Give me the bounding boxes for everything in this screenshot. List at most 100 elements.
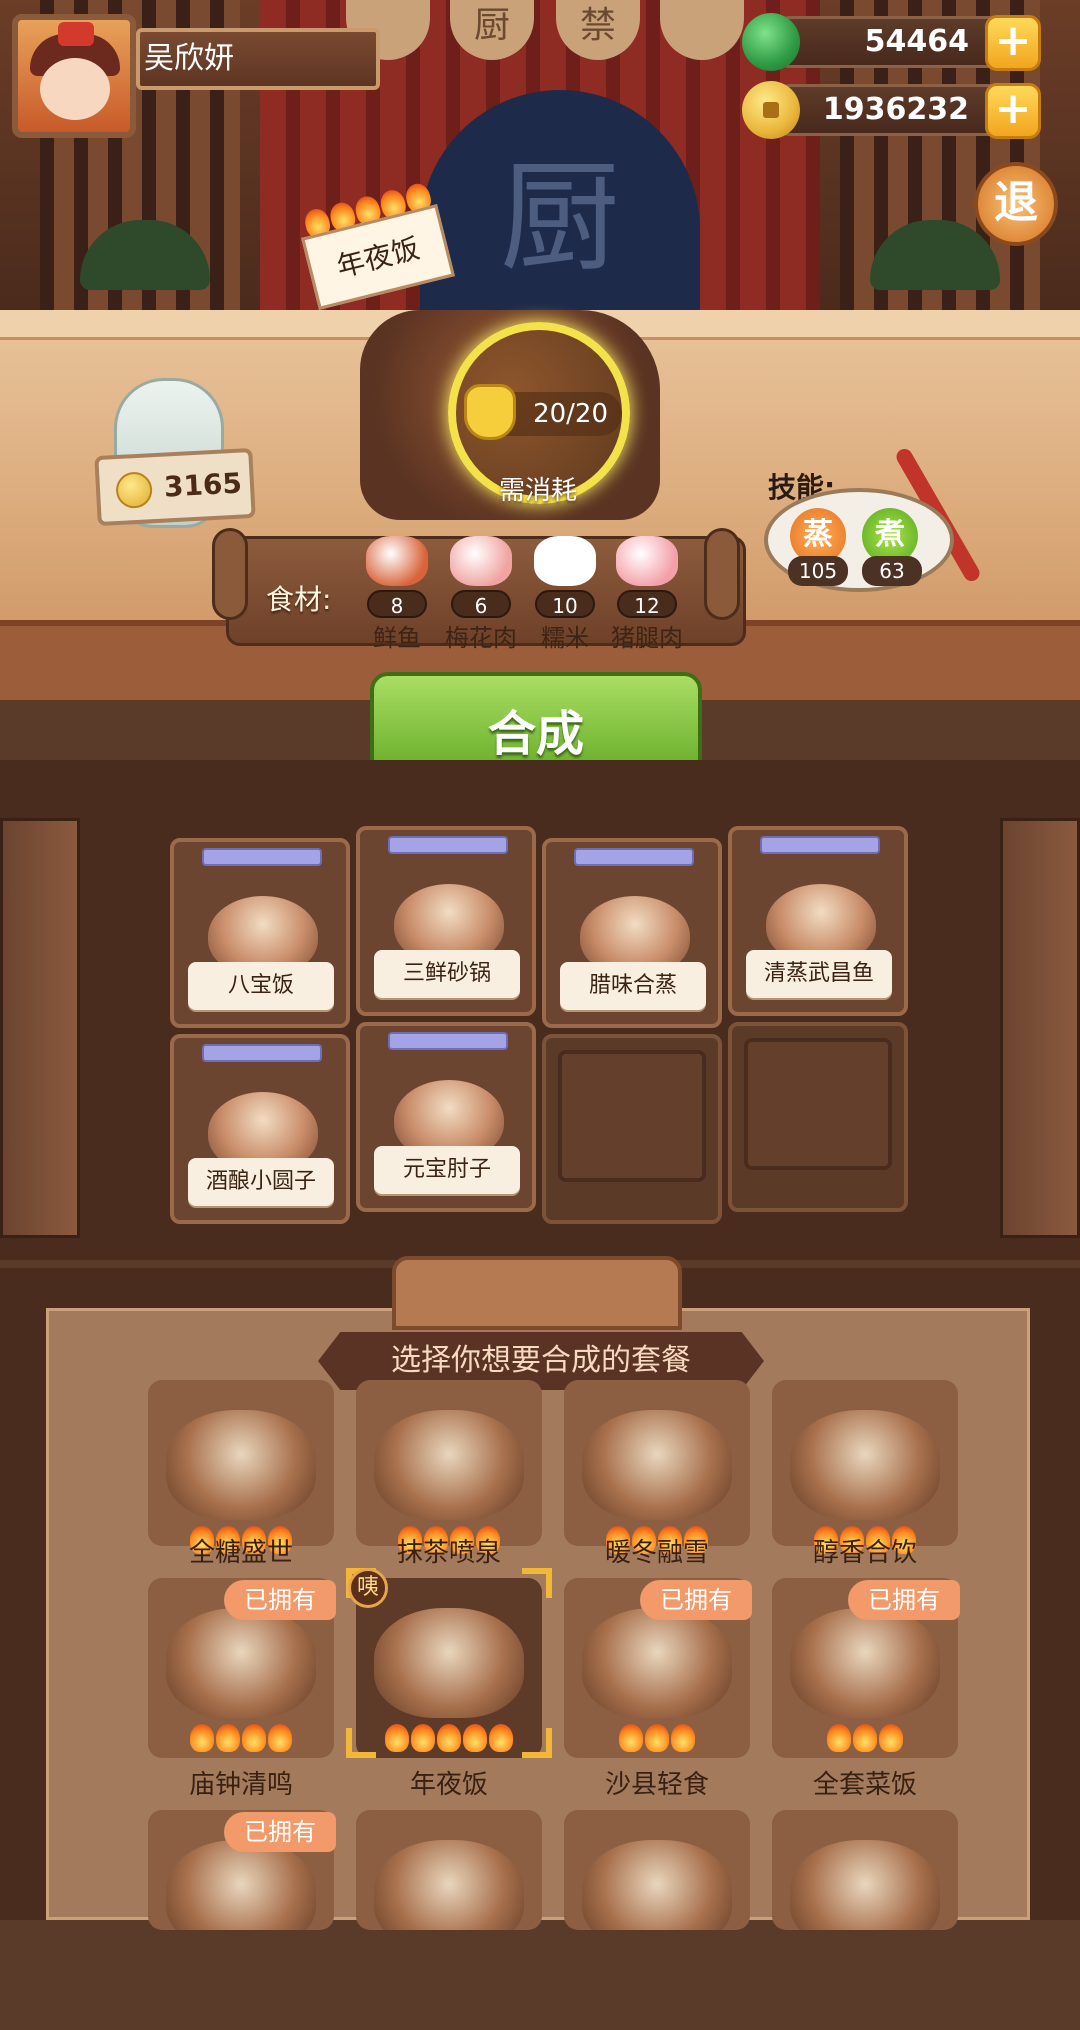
set-card[interactable]: 年夜饭 咦 (346, 1568, 552, 1800)
flame-icon (190, 1724, 214, 1752)
ingredient-item: 6 梅花肉 (436, 536, 526, 652)
owned-badge: 已拥有 (224, 1812, 336, 1852)
dish-image (166, 1410, 316, 1520)
coin-counter: 1936232 + (742, 81, 1041, 139)
set-name: 醇香合饮 (812, 1538, 917, 1568)
set-card[interactable]: 已拥有 (148, 1810, 336, 2030)
recipe-name: 三鲜砂锅 (374, 950, 520, 998)
dish-image (374, 1608, 524, 1718)
flame-icon (463, 1724, 487, 1752)
sticky-rice-icon (534, 536, 596, 586)
recipe-slot-empty[interactable] (542, 1034, 722, 1224)
add-coin-button[interactable]: + (985, 83, 1041, 139)
ingredients-label: 食材: (266, 583, 332, 616)
flame-icon (385, 1724, 409, 1752)
set-image (772, 1810, 958, 1930)
recipe-shelf (0, 760, 1080, 1260)
bottle-price-value: 3165 (163, 466, 243, 504)
set-card[interactable]: 庙钟清鸣 已拥有 (148, 1578, 336, 1800)
dish-image (582, 1840, 732, 1930)
ingredient-count: 10 (535, 590, 595, 618)
add-jade-button[interactable]: + (985, 15, 1041, 71)
ingredient-count: 6 (451, 590, 511, 618)
alert-badge: 咦 (348, 1568, 388, 1608)
set-name: 庙钟清鸣 (188, 1770, 293, 1800)
difficulty-flames (772, 1724, 958, 1752)
panel-handle (392, 1256, 682, 1330)
flame-icon (216, 1724, 240, 1752)
selection-corner (346, 1728, 376, 1758)
difficulty-flames (564, 1724, 750, 1752)
coin-icon (742, 81, 800, 139)
jade-counter: 54464 + (742, 13, 1041, 71)
bottle-price-tag: 3165 (94, 447, 256, 527)
set-image (564, 1810, 750, 1930)
pork-shoulder-icon (450, 536, 512, 586)
coin-icon (115, 471, 154, 510)
recipe-slot[interactable]: 元宝肘子 (356, 1022, 536, 1212)
need-consume-label: 需消耗 (498, 476, 577, 506)
flame-icon (268, 1724, 292, 1752)
dish-image (582, 1410, 732, 1520)
ingredient-name: 梅花肉 (445, 624, 517, 652)
dish-image (166, 1840, 316, 1930)
ingredient-count: 12 (617, 590, 677, 618)
owned-badge: 已拥有 (640, 1580, 752, 1620)
fish-icon (366, 536, 428, 586)
recipe-name: 腊味合蒸 (560, 962, 706, 1010)
consume-value: 20/20 (533, 399, 608, 429)
recipe-name: 清蒸武昌鱼 (746, 950, 892, 998)
ingredient-name: 鲜鱼 (373, 624, 421, 652)
recipe-slot[interactable]: 清蒸武昌鱼 (728, 826, 908, 1016)
recipe-name: 八宝饭 (188, 962, 334, 1010)
recipe-slot[interactable]: 酒酿小圆子 (170, 1034, 350, 1224)
flame-icon (827, 1724, 851, 1752)
set-image (356, 1380, 542, 1546)
coin-amount: 1936232 (822, 92, 969, 127)
dish-image (790, 1410, 940, 1520)
selection-corner (522, 1728, 552, 1758)
recipe-slot[interactable]: 八宝饭 (170, 838, 350, 1028)
pork-leg-icon (616, 536, 678, 586)
jade-icon (742, 13, 800, 71)
difficulty-flames (356, 1724, 542, 1752)
set-image (356, 1810, 542, 1930)
skill-steam-count: 105 (788, 556, 848, 586)
selection-corner (522, 1568, 552, 1598)
dish-image (582, 1608, 732, 1718)
dish-image (790, 1840, 940, 1930)
set-name: 全套菜饭 (812, 1770, 917, 1800)
set-name: 抹茶喷泉 (396, 1538, 501, 1568)
recipe-slot[interactable]: 腊味合蒸 (542, 838, 722, 1028)
set-image (772, 1380, 958, 1546)
flame-icon (671, 1724, 695, 1752)
set-card[interactable] (356, 1810, 542, 2030)
recipe-slot-empty[interactable] (728, 1022, 908, 1212)
set-card[interactable] (772, 1810, 958, 2030)
player-name: 吴欣妍 (136, 28, 380, 90)
flame-icon (879, 1724, 903, 1752)
player-avatar[interactable] (12, 14, 136, 138)
recipe-slot[interactable]: 三鲜砂锅 (356, 826, 536, 1016)
set-card[interactable] (564, 1810, 750, 2030)
dish-image (374, 1840, 524, 1930)
stage-logo-char: 厨 (500, 149, 620, 288)
flame-icon (489, 1724, 513, 1752)
set-card[interactable]: 全套菜饭 已拥有 (772, 1578, 960, 1800)
flame-icon (411, 1724, 435, 1752)
owned-badge: 已拥有 (848, 1580, 960, 1620)
set-image (564, 1380, 750, 1546)
set-name: 全糖盛世 (188, 1538, 293, 1568)
set-name: 暖冬融雪 (604, 1538, 709, 1568)
set-name: 沙县轻食 (604, 1770, 709, 1800)
set-card[interactable]: 沙县轻食 已拥有 (564, 1578, 752, 1800)
shelf-door-right (1000, 818, 1080, 1238)
jade-amount: 54464 (864, 24, 969, 59)
set-name: 年夜饭 (409, 1770, 488, 1800)
exit-button[interactable]: 退 (974, 162, 1058, 246)
owned-badge: 已拥有 (224, 1580, 336, 1620)
flame-icon (242, 1724, 266, 1752)
difficulty-flames (148, 1724, 334, 1752)
ingredient-item: 8 鲜鱼 (352, 536, 442, 652)
flame-icon (645, 1724, 669, 1752)
